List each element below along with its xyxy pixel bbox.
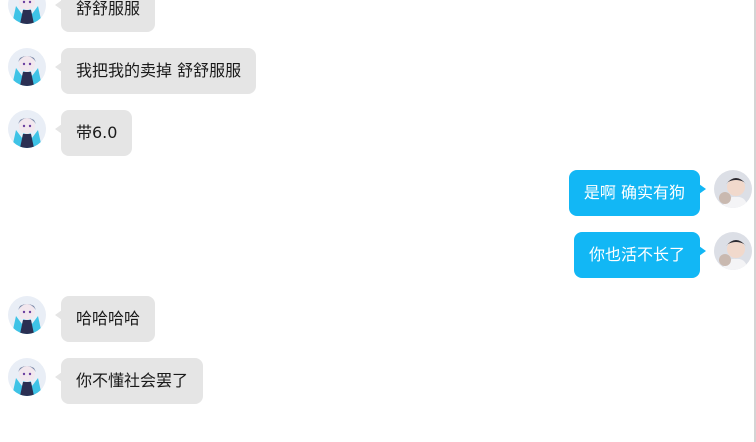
- anime-character-avatar[interactable]: [8, 0, 46, 24]
- message-bubble[interactable]: 你不懂社会罢了: [54, 358, 204, 404]
- anime-character-avatar[interactable]: [8, 358, 46, 396]
- message-incoming: 我把我的卖掉 舒舒服服: [8, 48, 257, 94]
- chat-message-area: 舒舒服服 我把我的卖掉 舒舒服服 带6.0 是啊 确实有狗 你也活不长了 哈哈哈…: [0, 0, 756, 442]
- message-incoming: 哈哈哈哈: [8, 296, 156, 342]
- message-bubble[interactable]: 我把我的卖掉 舒舒服服: [54, 48, 257, 94]
- message-outgoing: 你也活不长了: [573, 232, 752, 278]
- message-bubble[interactable]: 带6.0: [54, 110, 133, 156]
- message-bubble[interactable]: 舒舒服服: [54, 0, 156, 32]
- anime-character-avatar[interactable]: [8, 110, 46, 148]
- message-incoming: 带6.0: [8, 110, 133, 156]
- message-bubble[interactable]: 哈哈哈哈: [54, 296, 156, 342]
- message-incoming: 你不懂社会罢了: [8, 358, 204, 404]
- anime-character-avatar[interactable]: [8, 48, 46, 86]
- message-bubble[interactable]: 是啊 确实有狗: [568, 170, 707, 216]
- user-photo-avatar[interactable]: [714, 170, 752, 208]
- message-outgoing: 是啊 确实有狗: [568, 170, 752, 216]
- user-photo-avatar[interactable]: [714, 232, 752, 270]
- anime-character-avatar[interactable]: [8, 296, 46, 334]
- message-incoming: 舒舒服服: [8, 0, 156, 32]
- message-bubble[interactable]: 你也活不长了: [573, 232, 707, 278]
